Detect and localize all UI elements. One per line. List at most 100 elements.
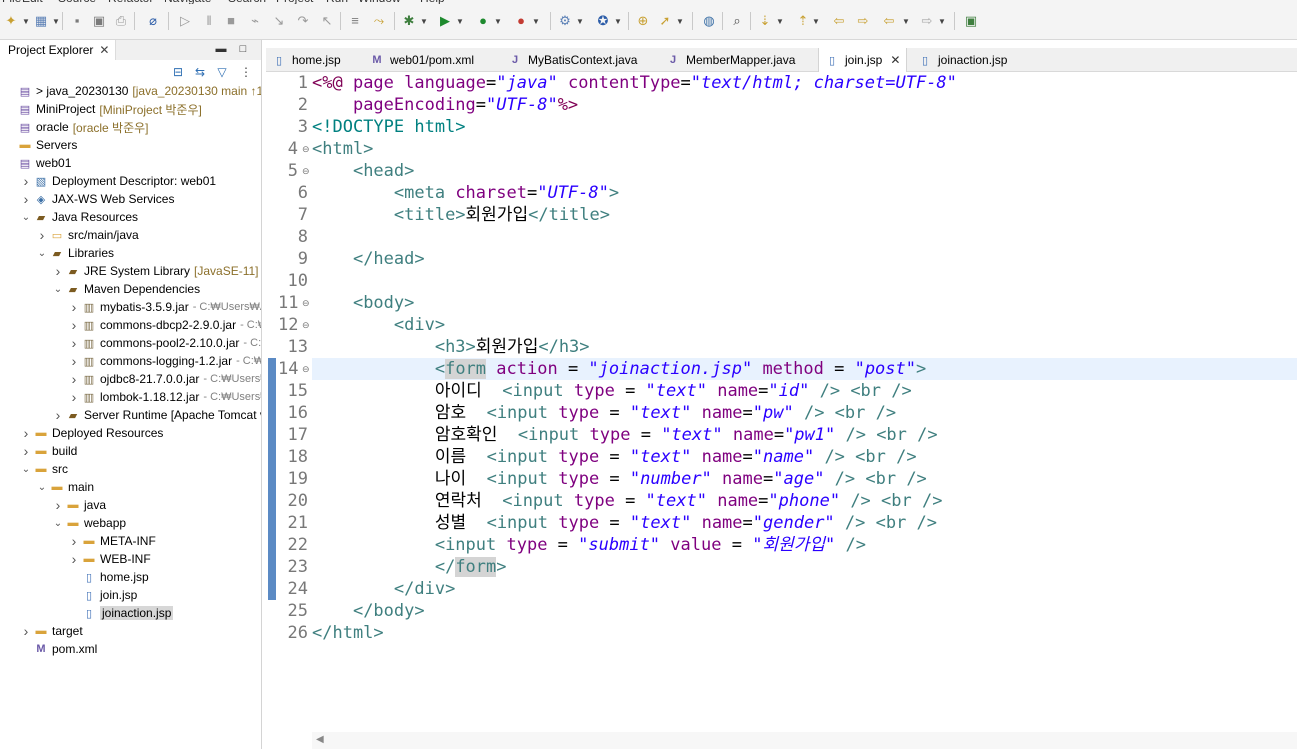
code-line[interactable]: </html> bbox=[312, 622, 1297, 644]
code-line[interactable]: 나이 <input type = "number" name="age" /> … bbox=[312, 468, 1297, 490]
tree-item[interactable]: ›▥ lombok-1.18.12.jar- C:₩Users₩ bbox=[0, 388, 261, 406]
code-line[interactable]: <input type = "submit" value = "회원가입" /> bbox=[312, 534, 1297, 556]
open-task-icon[interactable]: ➚ bbox=[656, 12, 674, 30]
chevron-right-icon[interactable]: › bbox=[52, 496, 64, 514]
menu-source[interactable]: Source bbox=[58, 0, 96, 4]
tree-item[interactable]: › ▬ target bbox=[0, 622, 261, 640]
tree-item[interactable]: ›▥ commons-dbcp2-2.9.0.jar- C:₩ bbox=[0, 316, 261, 334]
tree-item[interactable]: Mpom.xml bbox=[0, 640, 261, 658]
link-with-editor-icon[interactable]: ⇆ bbox=[192, 64, 208, 80]
code-line[interactable]: 암호 <input type = "text" name="pw" /> <br… bbox=[312, 402, 1297, 424]
code-line[interactable]: <head> bbox=[312, 160, 1297, 182]
tree-item[interactable]: ⌄ ▰ Java Resources bbox=[0, 208, 261, 226]
tree-item[interactable]: › ▬ java bbox=[0, 496, 261, 514]
chevron-right-icon[interactable]: › bbox=[68, 316, 80, 334]
tree-item[interactable]: ▤ web01 bbox=[0, 154, 261, 172]
dropdown-arrow-icon[interactable]: ▼ bbox=[532, 15, 540, 27]
code-line[interactable]: 암호확인 <input type = "text" name="pw1" /> … bbox=[312, 424, 1297, 446]
dropdown-arrow-icon[interactable]: ▼ bbox=[776, 15, 784, 27]
chevron-right-icon[interactable]: › bbox=[52, 262, 64, 280]
tree-item[interactable]: ›▥ commons-pool2-2.10.0.jar- C:₩ bbox=[0, 334, 261, 352]
tree-item[interactable]: ▯ join.jsp bbox=[0, 586, 261, 604]
dropdown-arrow-icon[interactable]: ▼ bbox=[52, 15, 60, 27]
code-line[interactable] bbox=[312, 270, 1297, 292]
close-icon[interactable]: ✕ bbox=[99, 43, 109, 57]
menu-search[interactable]: Search bbox=[228, 0, 266, 4]
forward-location-icon[interactable]: ⇨ bbox=[854, 12, 872, 30]
save-all-icon[interactable]: ▣ bbox=[90, 12, 108, 30]
chevron-down-icon[interactable]: ⌄ bbox=[20, 208, 32, 226]
tree-item[interactable]: ▯ joinaction.jsp bbox=[0, 604, 261, 622]
tree-item[interactable]: › ▬ build bbox=[0, 442, 261, 460]
menu-window[interactable]: Window bbox=[358, 0, 401, 4]
tree-item[interactable]: ▯ home.jsp bbox=[0, 568, 261, 586]
dropdown-arrow-icon[interactable]: ▼ bbox=[576, 15, 584, 27]
tree-item[interactable]: › ▬ META-INF bbox=[0, 532, 261, 550]
scroll-left-icon[interactable]: ◀ bbox=[316, 734, 324, 745]
code-line[interactable]: <html> bbox=[312, 138, 1297, 160]
code-line[interactable]: </head> bbox=[312, 248, 1297, 270]
code-line[interactable]: <%@ page language="java" contentType="te… bbox=[312, 72, 1297, 94]
filter-icon[interactable]: ▽ bbox=[214, 64, 230, 80]
tab-project-explorer[interactable]: Project Explorer ✕ bbox=[0, 40, 117, 60]
code-line[interactable]: </div> bbox=[312, 578, 1297, 600]
fold-toggle-icon[interactable]: ⊖ bbox=[302, 314, 312, 336]
code-line[interactable]: 성별 <input type = "text" name="gender" />… bbox=[312, 512, 1297, 534]
tree-item[interactable]: › ▬ WEB-INF bbox=[0, 550, 261, 568]
tree-item[interactable]: › ▭ src/main/java bbox=[0, 226, 261, 244]
disconnect-icon[interactable]: ⌁ bbox=[246, 12, 264, 30]
code-line[interactable]: <!DOCTYPE html> bbox=[312, 116, 1297, 138]
open-perspective-icon[interactable]: ▣ bbox=[962, 12, 980, 30]
dropdown-arrow-icon[interactable]: ▼ bbox=[614, 15, 622, 27]
search-icon[interactable]: ⌕ bbox=[728, 12, 746, 30]
tree-item[interactable]: ⌄ ▰ Libraries bbox=[0, 244, 261, 262]
tree-item[interactable]: ⌄ ▬ src bbox=[0, 460, 261, 478]
last-edit-location-icon[interactable]: ⇦ bbox=[830, 12, 848, 30]
menu-help[interactable]: Help bbox=[420, 0, 445, 4]
editor-tab[interactable]: ▯ join.jsp ✕ bbox=[818, 48, 908, 72]
editor-tab[interactable]: Mweb01/pom.xml bbox=[364, 48, 480, 72]
dropdown-arrow-icon[interactable]: ▼ bbox=[22, 15, 30, 27]
minimize-icon[interactable]: ▬ bbox=[214, 42, 228, 56]
dropdown-arrow-icon[interactable]: ▼ bbox=[494, 15, 502, 27]
fold-toggle-icon[interactable]: ⊖ bbox=[302, 138, 312, 160]
back-icon[interactable]: ⇦ bbox=[880, 12, 898, 30]
debug-icon[interactable]: ✱ bbox=[400, 12, 418, 30]
new-server-icon[interactable]: ▦ bbox=[32, 12, 50, 30]
chevron-right-icon[interactable]: › bbox=[20, 424, 32, 442]
tree-item[interactable]: › ◈ JAX-WS Web Services bbox=[0, 190, 261, 208]
tree-item[interactable]: ›▥ ojdbc8-21.7.0.0.jar- C:₩Users₩ bbox=[0, 370, 261, 388]
code-line[interactable]: pageEncoding="UTF-8"%> bbox=[312, 94, 1297, 116]
code-line[interactable]: <form action = "joinaction.jsp" method =… bbox=[312, 358, 1297, 380]
code-line[interactable]: 이름 <input type = "text" name="name" /> <… bbox=[312, 446, 1297, 468]
next-annotation-icon[interactable]: ⇣ bbox=[756, 12, 774, 30]
forward-icon[interactable]: ⇨ bbox=[918, 12, 936, 30]
tree-item[interactable]: › ▬ Deployed Resources bbox=[0, 424, 261, 442]
tree-item[interactable]: › ▰ Server Runtime [Apache Tomcat v bbox=[0, 406, 261, 424]
terminate-icon[interactable]: ■ bbox=[222, 12, 240, 30]
editor-tab[interactable]: ▯ joinaction.jsp bbox=[912, 48, 1013, 72]
fold-toggle-icon[interactable]: ⊖ bbox=[302, 160, 312, 182]
chevron-right-icon[interactable]: › bbox=[20, 190, 32, 208]
run-icon[interactable]: ▶ bbox=[436, 12, 454, 30]
chevron-right-icon[interactable]: › bbox=[20, 622, 32, 640]
chevron-down-icon[interactable]: ⌄ bbox=[36, 244, 48, 262]
new-class-icon[interactable]: ✪ bbox=[594, 12, 612, 30]
menu-refactor[interactable]: Refactor bbox=[108, 0, 153, 4]
tree-item[interactable]: › ▥ mybatis-3.5.9.jar - C:₩Users₩A bbox=[0, 298, 261, 316]
chevron-right-icon[interactable]: › bbox=[68, 550, 80, 568]
tree-item[interactable]: ▬ Servers bbox=[0, 136, 261, 154]
code-line[interactable]: <title>회원가입</title> bbox=[312, 204, 1297, 226]
open-type-icon[interactable]: ⊕ bbox=[634, 12, 652, 30]
collapse-all-icon[interactable]: ⊟ bbox=[170, 64, 186, 80]
new-icon[interactable]: ✦ bbox=[2, 12, 20, 30]
tree-item[interactable]: ⌄ ▬ main bbox=[0, 478, 261, 496]
tree-item[interactable]: ▤ MiniProject [MiniProject 박준우] bbox=[0, 100, 261, 118]
print-icon[interactable]: ⎙ bbox=[112, 12, 130, 30]
dropdown-arrow-icon[interactable]: ▼ bbox=[420, 15, 428, 27]
dropdown-arrow-icon[interactable]: ▼ bbox=[938, 15, 946, 27]
menu-run[interactable]: Run bbox=[326, 0, 348, 4]
new-web-project-icon[interactable]: ⚙ bbox=[556, 12, 574, 30]
step-over-icon[interactable]: ↷ bbox=[294, 12, 312, 30]
stop-server-icon[interactable]: ● bbox=[512, 12, 530, 30]
